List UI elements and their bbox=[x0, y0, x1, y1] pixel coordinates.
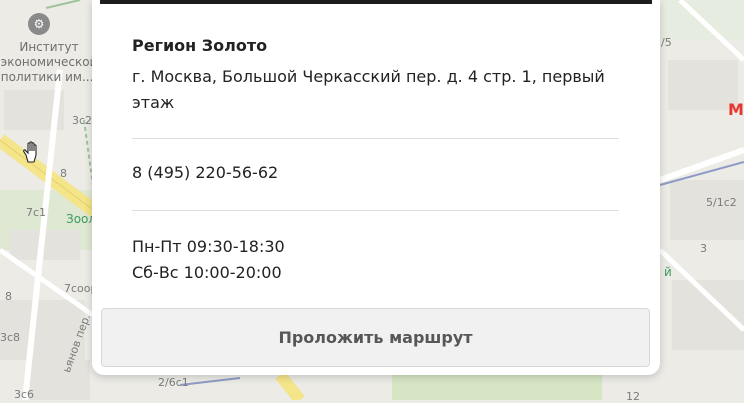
build-route-button[interactable]: Проложить маршрут bbox=[101, 308, 650, 367]
building-label: 3с2 bbox=[72, 114, 93, 127]
building-label: 8 bbox=[5, 290, 12, 303]
divider bbox=[132, 138, 619, 139]
poi-label-line-3: политики им.... bbox=[0, 70, 98, 84]
building-label: 2/6с1 bbox=[158, 376, 189, 389]
metro-icon[interactable]: М bbox=[728, 100, 744, 119]
opening-hours: Пн-Пт 09:30-18:30 Сб-Вс 10:00-20:00 bbox=[132, 234, 285, 286]
place-phone[interactable]: 8 (495) 220-56-62 bbox=[132, 163, 278, 182]
poi-label-line-2: экономической bbox=[0, 55, 98, 69]
building-label: 3 bbox=[700, 242, 707, 255]
place-address: г. Москва, Большой Черкасский пер. д. 4 … bbox=[132, 67, 605, 112]
hours-weekend: Сб-Вс 10:00-20:00 bbox=[132, 263, 282, 282]
institute-poi-label[interactable]: Институт экономической политики им.... bbox=[0, 40, 98, 85]
building-label: 12 bbox=[626, 390, 640, 403]
hand-cursor-icon bbox=[23, 141, 37, 163]
green-area-label: й bbox=[664, 265, 672, 279]
place-name: Регион Золото bbox=[132, 36, 268, 55]
place-info-card: Регион Золото г. Москва, Большой Черкасс… bbox=[92, 0, 660, 375]
place-photo-strip[interactable] bbox=[100, 0, 652, 4]
divider bbox=[132, 210, 619, 211]
building-label: 3с6 bbox=[14, 388, 35, 401]
building-label: 3с8 bbox=[0, 331, 21, 344]
building-label: 7с1 bbox=[26, 206, 47, 219]
institute-poi-icon[interactable]: ⚙ bbox=[28, 13, 50, 35]
building-label: 8 bbox=[60, 167, 67, 180]
poi-label-line-1: Институт bbox=[19, 40, 79, 54]
building-label: 5/1с2 bbox=[706, 196, 737, 209]
hours-weekdays: Пн-Пт 09:30-18:30 bbox=[132, 237, 285, 256]
